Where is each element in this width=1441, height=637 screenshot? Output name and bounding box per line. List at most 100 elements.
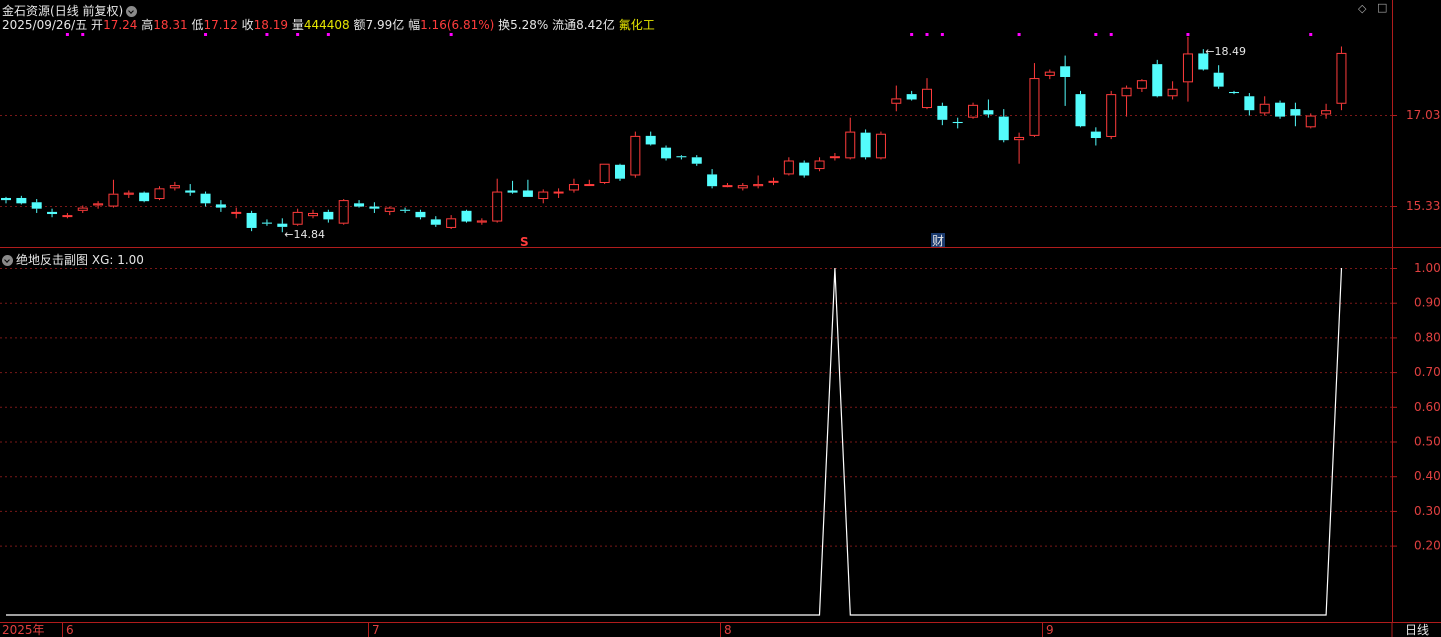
price-annotation: ←14.84 (284, 228, 325, 241)
candle-body (446, 218, 457, 228)
candle (829, 153, 840, 161)
candle-body (200, 193, 211, 204)
candle (599, 163, 610, 185)
candle (1090, 127, 1101, 146)
candle (768, 177, 779, 186)
candle (1, 196, 11, 204)
signal-dot (204, 33, 208, 36)
candle (369, 202, 380, 213)
date-tick-label: 7 (372, 623, 380, 637)
candle-body (891, 98, 902, 104)
candle (538, 189, 549, 204)
candle (323, 209, 334, 223)
candle-body (292, 211, 303, 225)
candle (568, 178, 579, 193)
candle (384, 206, 395, 216)
date-tick-label: 8 (724, 623, 732, 637)
candle-body (1075, 94, 1086, 127)
candle (615, 163, 625, 181)
candle (875, 131, 886, 160)
candle (292, 208, 303, 226)
candle-body (154, 188, 165, 200)
candle (1275, 100, 1286, 119)
candle-body (952, 121, 963, 124)
candle (492, 178, 503, 223)
signal-dot (1094, 33, 1098, 36)
candle-body (522, 190, 533, 197)
candle-body (1244, 96, 1255, 111)
candle (108, 179, 119, 208)
signal-dot (940, 33, 944, 36)
candle (446, 215, 457, 230)
candle (1075, 90, 1086, 128)
candle-body (753, 184, 764, 187)
candle (507, 180, 518, 194)
y-axis-ticks: 17.03 15.33 1.00 0.90 0.80 0.70 0.60 0.50 0.40 0.… (1392, 108, 1441, 553)
candle-body (875, 133, 886, 159)
candle-body (1014, 136, 1025, 141)
candle (584, 179, 595, 187)
indicator-tick-label: 0.80 (1414, 330, 1441, 344)
candle (1152, 59, 1163, 98)
candle (231, 207, 242, 219)
candle (123, 190, 134, 198)
indicator-tick-label: 0.40 (1414, 469, 1441, 483)
date-tick-label: 9 (1046, 623, 1054, 637)
candle-body (231, 211, 242, 214)
candle (968, 102, 979, 119)
cai-marker[interactable]: 财 (932, 234, 944, 248)
candle (522, 179, 533, 197)
candle (476, 218, 487, 225)
candle (676, 155, 687, 160)
candle (722, 182, 733, 188)
candle (47, 208, 58, 218)
candle-body (768, 180, 779, 183)
candle-body (1060, 66, 1071, 77)
candle (952, 117, 963, 129)
signal-dot (65, 33, 69, 36)
candle (1321, 103, 1332, 119)
candle (1136, 79, 1147, 92)
candle (1213, 65, 1224, 89)
candle (998, 109, 1009, 143)
kline-chart[interactable]: ←18.49 ←14.84 17.03 15.33 1.00 0.90 0.80 0.70 0… (0, 0, 1441, 637)
candle-body (1090, 131, 1101, 139)
candles (1, 36, 1347, 233)
signal-dot (449, 33, 453, 36)
price-annotation: ←18.49 (1205, 45, 1246, 58)
candle-body (1290, 109, 1301, 116)
indicator-tick-label: 1.00 (1414, 261, 1441, 275)
x-axis-ticks: 2025年 6 7 8 9 日线 (2, 622, 1429, 637)
candle (1167, 81, 1178, 100)
candle-body (323, 211, 334, 220)
candle (707, 169, 718, 189)
candle (1229, 90, 1239, 95)
grid-lines (0, 115, 1392, 547)
candle (308, 209, 318, 219)
candle-body (1229, 91, 1239, 94)
signal-dot (81, 33, 85, 36)
candle (246, 210, 257, 232)
candle (354, 200, 365, 208)
candle (169, 181, 180, 191)
candle-body (1136, 80, 1147, 89)
date-tick-label: 2025年 (2, 623, 45, 637)
candle (261, 219, 272, 226)
period-label[interactable]: 日线 (1405, 623, 1429, 637)
candle-body (829, 156, 840, 159)
candle (461, 209, 472, 223)
candle-body (1044, 71, 1055, 76)
candle-body (538, 191, 549, 200)
candle (1121, 85, 1132, 117)
candle (661, 145, 672, 161)
candle (200, 191, 211, 207)
candle (891, 85, 902, 112)
candle-body (676, 156, 687, 158)
candle (645, 131, 656, 146)
candle-body (47, 211, 58, 215)
candle-body (108, 193, 119, 207)
candle-body (906, 94, 917, 100)
candle (338, 199, 349, 225)
candle-body (1213, 72, 1224, 87)
candle (400, 207, 411, 213)
